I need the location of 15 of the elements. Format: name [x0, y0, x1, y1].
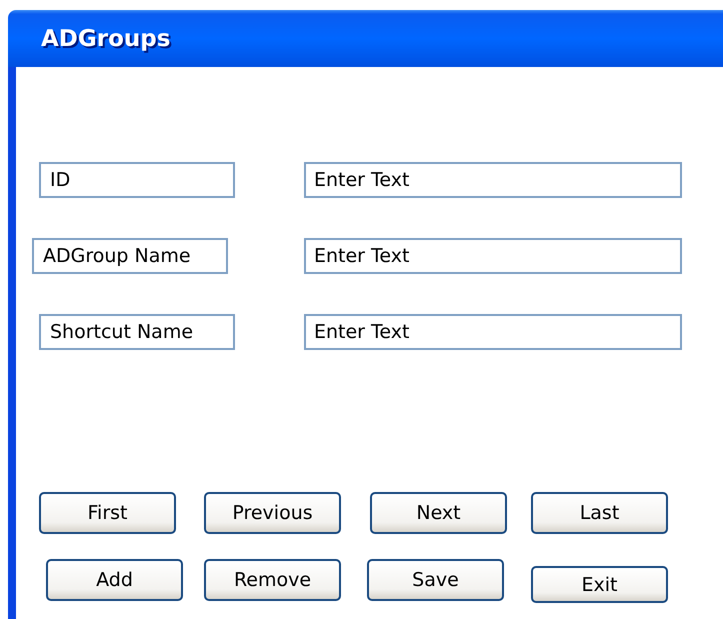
action-button[interactable]: Exit — [531, 566, 668, 603]
action-button[interactable]: First — [39, 492, 176, 534]
action-button[interactable]: Previous — [204, 492, 341, 534]
field-label: ADGroup Name — [32, 238, 228, 274]
field-label: ID — [39, 162, 235, 198]
action-button[interactable]: Last — [531, 492, 668, 534]
text-field[interactable]: Enter Text — [304, 238, 682, 274]
window-title: ADGroups — [41, 26, 170, 52]
action-button[interactable]: Next — [370, 492, 507, 534]
action-button[interactable]: Add — [46, 559, 183, 601]
action-button[interactable]: Remove — [204, 559, 341, 601]
action-button[interactable]: Save — [367, 559, 504, 601]
field-label: Shortcut Name — [39, 314, 235, 350]
text-field[interactable]: Enter Text — [304, 162, 682, 198]
text-field[interactable]: Enter Text — [304, 314, 682, 350]
